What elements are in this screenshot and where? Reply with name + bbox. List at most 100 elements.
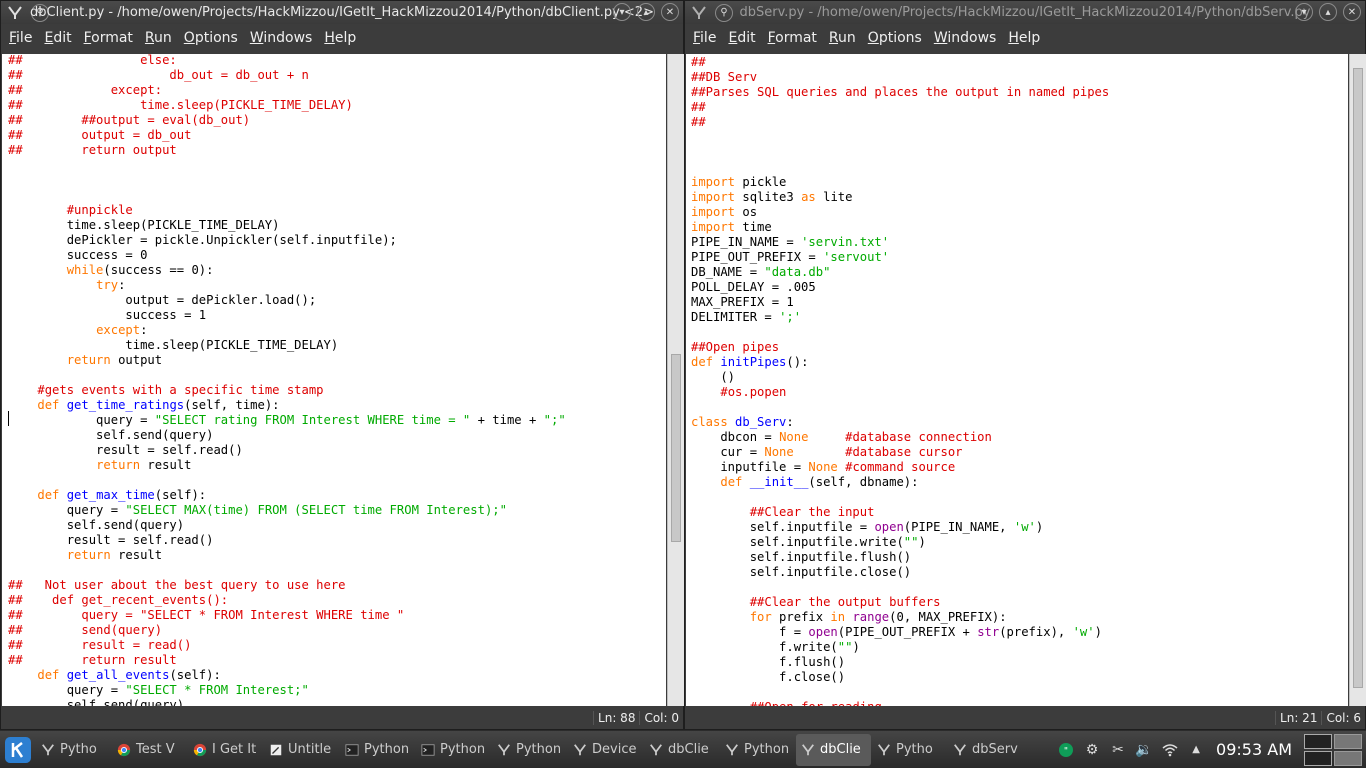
menu-run[interactable]: Run (823, 30, 862, 46)
close-button[interactable]: ✕ (1343, 3, 1361, 21)
task-label: Python (440, 742, 486, 757)
idle-icon (952, 742, 968, 758)
task-label: Python (744, 742, 790, 757)
code-editor[interactable]: ## else: ## db_out = db_out + n ## excep… (2, 54, 666, 706)
desktop-1[interactable] (1304, 733, 1332, 749)
hangouts-icon[interactable]: " (1056, 740, 1076, 760)
menu-edit[interactable]: Edit (722, 30, 761, 46)
idle-icon (496, 742, 512, 758)
desktop-4[interactable] (1334, 750, 1362, 766)
column-indicator: Col: 6 (1321, 711, 1365, 725)
taskbar-task[interactable]: Python (416, 734, 491, 766)
task-label: Untitle (288, 742, 332, 757)
title-bar[interactable]: ⚲ dbClient.py - /home/owen/Projects/Hack… (1, 1, 683, 24)
desktop-3[interactable] (1304, 750, 1332, 766)
task-label: Test V (136, 742, 175, 757)
taskbar: Pytho Test V I Get It Untitle Python Python Py… (0, 731, 1366, 768)
window-title: dbClient.py - /home/owen/Projects/HackMi… (30, 5, 654, 20)
maximize-button[interactable]: ▴ (637, 3, 655, 21)
vertical-scrollbar[interactable] (1349, 54, 1366, 706)
taskbar-task[interactable]: Python (720, 734, 795, 766)
wifi-icon[interactable] (1160, 740, 1180, 760)
menu-file[interactable]: File (3, 30, 38, 46)
column-indicator: Col: 0 (639, 711, 683, 725)
terminal-icon (344, 742, 360, 758)
window-title: dbServ.py - /home/owen/Projects/HackMizz… (739, 5, 1311, 20)
menu-run[interactable]: Run (139, 30, 178, 46)
task-label: Python (364, 742, 410, 757)
taskbar-task[interactable]: Python (492, 734, 567, 766)
status-bar: Ln: 88 Col: 0 (1, 707, 683, 729)
taskbar-task[interactable]: Device (568, 734, 643, 766)
taskbar-task[interactable]: dbClie (796, 733, 871, 766)
minimize-button[interactable]: ▾ (1295, 3, 1313, 21)
taskbar-task[interactable]: Pytho (872, 734, 947, 766)
task-label: Python (516, 742, 562, 757)
taskbar-task[interactable]: Test V (112, 734, 187, 766)
kde-launcher-icon[interactable] (1, 733, 35, 767)
text-editor-icon (268, 742, 284, 758)
menu-options[interactable]: Options (862, 30, 928, 46)
taskbar-task[interactable]: Untitle (264, 734, 339, 766)
idle-icon (40, 742, 56, 758)
desktop-2[interactable] (1334, 733, 1362, 749)
window-menu-icon[interactable] (689, 4, 709, 22)
pin-icon[interactable]: ⚲ (715, 3, 733, 22)
idle-icon (724, 742, 740, 758)
dbserv-window: ⚲ dbServ.py - /home/owen/Projects/HackMi… (684, 0, 1366, 730)
code-text: ## ##DB Serv ##Parses SQL queries and pl… (691, 55, 1110, 706)
vertical-scrollbar[interactable] (667, 54, 684, 706)
task-label: dbServ (972, 742, 1018, 757)
tray-expand-icon[interactable]: ▲ (1186, 740, 1206, 760)
line-indicator: Ln: 88 (593, 711, 639, 725)
menu-options[interactable]: Options (178, 30, 244, 46)
menu-help[interactable]: Help (1002, 30, 1046, 46)
idle-icon (876, 742, 892, 758)
taskbar-task[interactable]: dbServ (948, 734, 1023, 766)
taskbar-task[interactable]: dbClie (644, 734, 719, 766)
task-label: Device (592, 742, 637, 757)
text-cursor (8, 411, 9, 426)
system-tray: " ⚙ ✂ 🔉 ▲ 09:53 AM (1056, 731, 1366, 768)
title-bar[interactable]: ⚲ dbServ.py - /home/owen/Projects/HackMi… (685, 1, 1365, 24)
menu-help[interactable]: Help (318, 30, 362, 46)
code-editor[interactable]: ## ##DB Serv ##Parses SQL queries and pl… (686, 54, 1348, 706)
taskbar-task[interactable]: Python (340, 734, 415, 766)
volume-icon[interactable]: 🔉 (1134, 740, 1154, 760)
chrome-icon (192, 742, 208, 758)
close-button[interactable]: ✕ (661, 3, 679, 21)
menu-windows[interactable]: Windows (244, 30, 319, 46)
task-label: Pytho (896, 742, 933, 757)
minimize-button[interactable]: ▾ (613, 3, 631, 21)
menu-windows[interactable]: Windows (928, 30, 1003, 46)
code-text: ## else: ## db_out = db_out + n ## excep… (8, 54, 566, 706)
taskbar-task[interactable]: I Get It (188, 734, 263, 766)
svg-text:": " (1064, 746, 1068, 756)
task-label: Pytho (60, 742, 97, 757)
line-indicator: Ln: 21 (1275, 711, 1321, 725)
chrome-icon (116, 742, 132, 758)
task-label: dbClie (668, 742, 709, 757)
menu-bar: File Edit Format Run Options Windows Hel… (1, 24, 683, 52)
settings-gear-icon[interactable]: ⚙ (1082, 740, 1102, 760)
idle-icon (572, 742, 588, 758)
idle-icon (648, 742, 664, 758)
task-label: dbClie (820, 742, 861, 757)
scrollbar-thumb[interactable] (671, 354, 681, 542)
idle-icon (800, 742, 816, 758)
menu-bar: File Edit Format Run Options Windows Hel… (685, 24, 1365, 52)
taskbar-task[interactable]: Pytho (36, 734, 111, 766)
clock[interactable]: 09:53 AM (1216, 740, 1292, 759)
scrollbar-thumb[interactable] (1353, 68, 1363, 688)
clipboard-scissors-icon[interactable]: ✂ (1108, 740, 1128, 760)
menu-format[interactable]: Format (78, 30, 139, 46)
terminal-icon (420, 742, 436, 758)
menu-edit[interactable]: Edit (38, 30, 77, 46)
virtual-desktop-pager[interactable] (1304, 733, 1362, 766)
menu-file[interactable]: File (687, 30, 722, 46)
maximize-button[interactable]: ▴ (1319, 3, 1337, 21)
task-label: I Get It (212, 742, 257, 757)
status-bar: Ln: 21 Col: 6 (685, 707, 1365, 729)
menu-format[interactable]: Format (762, 30, 823, 46)
window-menu-icon[interactable] (5, 4, 25, 22)
